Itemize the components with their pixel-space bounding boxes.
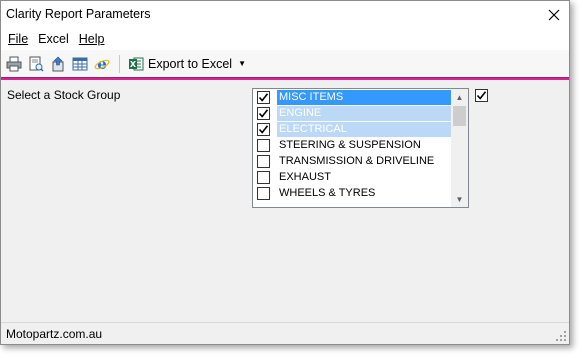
item-checkbox[interactable] — [257, 106, 270, 120]
item-checkbox[interactable] — [257, 170, 270, 184]
list-item[interactable]: STEERING & SUSPENSION — [253, 137, 451, 153]
toolbar: e X Export to Excel ▼ — [1, 50, 569, 77]
item-label: WHEELS & TYRES — [279, 186, 376, 199]
stock-group-items: MISC ITEMS ENGINE ELECTRICAL STEERING & SUS… — [253, 89, 451, 207]
item-checkbox[interactable] — [257, 122, 270, 136]
window-title: Clarity Report Parameters — [6, 7, 151, 21]
toolbar-separator — [119, 54, 120, 73]
scroll-thumb[interactable] — [453, 106, 466, 126]
parameters-panel: Select a Stock Group MISC ITEMS ENGINE ELE… — [1, 80, 569, 320]
item-checkbox[interactable] — [257, 90, 270, 104]
resize-grip-icon[interactable] — [555, 330, 567, 342]
table-icon[interactable] — [71, 55, 89, 73]
chevron-down-icon[interactable]: ▼ — [238, 59, 246, 68]
select-all-checkbox[interactable] — [475, 89, 488, 102]
scroll-down-icon[interactable]: ▼ — [451, 191, 468, 207]
list-item[interactable]: ENGINE — [253, 105, 451, 121]
menu-excel[interactable]: Excel — [33, 32, 74, 46]
svg-text:X: X — [130, 60, 137, 69]
svg-text:e: e — [97, 56, 107, 72]
menu-file[interactable]: File — [3, 32, 33, 46]
menu-help[interactable]: Help — [74, 32, 110, 46]
export-to-excel-label: Export to Excel — [148, 56, 233, 71]
menu-bar: File Excel Help — [1, 28, 569, 50]
excel-icon: X — [129, 57, 144, 70]
list-item[interactable]: WHEELS & TYRES — [253, 185, 451, 201]
item-label: TRANSMISSION & DRIVELINE — [279, 154, 435, 167]
vertical-scrollbar[interactable]: ▲ ▼ — [451, 89, 468, 207]
ie-icon[interactable]: e — [93, 55, 111, 73]
title-bar: Clarity Report Parameters — [1, 1, 569, 28]
item-label: ELECTRICAL — [277, 121, 451, 137]
list-item[interactable]: ELECTRICAL — [253, 121, 451, 137]
scroll-up-icon[interactable]: ▲ — [451, 89, 468, 105]
item-checkbox[interactable] — [257, 138, 270, 152]
list-item[interactable]: MISC ITEMS — [253, 89, 451, 105]
status-bar: Motopartz.com.au — [1, 322, 569, 344]
list-item[interactable]: EXHAUST — [253, 169, 451, 185]
item-label: STEERING & SUSPENSION — [279, 138, 421, 151]
status-text: Motopartz.com.au — [6, 326, 103, 341]
report-parameters-window: Clarity Report Parameters File Excel Hel… — [0, 0, 570, 345]
print-icon[interactable] — [5, 55, 23, 73]
export-icon[interactable] — [49, 55, 67, 73]
item-label: EXHAUST — [279, 170, 331, 183]
item-checkbox[interactable] — [257, 186, 270, 200]
item-checkbox[interactable] — [257, 154, 270, 168]
close-icon[interactable] — [539, 1, 569, 28]
export-to-excel-button[interactable]: X Export to Excel ▼ — [124, 53, 250, 75]
stock-group-label: Select a Stock Group — [7, 88, 121, 102]
item-label: ENGINE — [277, 105, 451, 121]
stock-group-checklist[interactable]: MISC ITEMS ENGINE ELECTRICAL STEERING & SUS… — [252, 88, 469, 208]
item-label: MISC ITEMS — [277, 89, 451, 105]
print-preview-icon[interactable] — [27, 55, 45, 73]
list-item[interactable]: TRANSMISSION & DRIVELINE — [253, 153, 451, 169]
